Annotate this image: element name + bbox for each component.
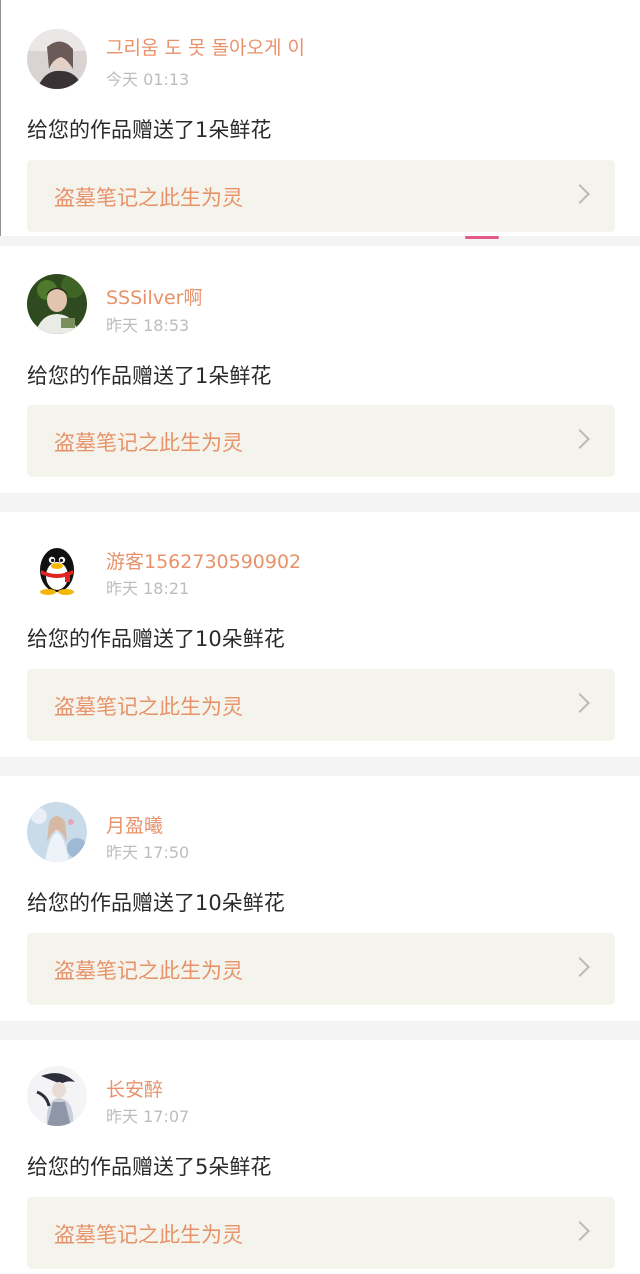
notification-card: 长安醉 昨天 17:07 给您的作品赠送了5朵鲜花 盗墓笔记之此生为灵 xyxy=(0,1040,640,1274)
chevron-right-icon xyxy=(570,429,590,449)
timestamp: 昨天 18:53 xyxy=(106,316,190,335)
tab-indicator xyxy=(465,236,499,239)
username[interactable]: 그리움 도 못 돌아오게 이 xyxy=(106,33,305,60)
work-link[interactable]: 盗墓笔记之此生为灵 xyxy=(27,160,615,232)
username[interactable]: SSSilver啊 xyxy=(106,283,203,310)
gift-message: 给您的作品赠送了1朵鲜花 xyxy=(27,364,272,388)
left-edge-rule xyxy=(0,0,1,236)
user-avatar[interactable] xyxy=(27,274,87,334)
boy-photo-avatar-icon xyxy=(27,274,87,334)
user-avatar[interactable] xyxy=(27,29,87,89)
username[interactable]: 游客1562730590902 xyxy=(106,547,301,574)
user-avatar[interactable] xyxy=(27,538,87,598)
work-link[interactable]: 盗墓笔记之此生为灵 xyxy=(27,405,615,477)
chevron-right-icon xyxy=(570,184,590,204)
girl-photo-avatar-icon xyxy=(27,29,87,89)
user-avatar[interactable] xyxy=(27,1066,87,1126)
work-title: 盗墓笔记之此生为灵 xyxy=(54,695,243,719)
gift-message: 给您的作品赠送了5朵鲜花 xyxy=(27,1155,272,1179)
notification-card: 그리움 도 못 돌아오게 이 今天 01:13 给您的作品赠送了1朵鲜花 盗墓笔… xyxy=(0,0,640,236)
username[interactable]: 长安醉 xyxy=(106,1075,163,1102)
timestamp: 今天 01:13 xyxy=(106,70,190,89)
notification-card: 月盈曦 昨天 17:50 给您的作品赠送了10朵鲜花 盗墓笔记之此生为灵 xyxy=(0,776,640,1021)
notification-card: 游客1562730590902 昨天 18:21 给您的作品赠送了10朵鲜花 盗… xyxy=(0,512,640,757)
notification-card: SSSilver啊 昨天 18:53 给您的作品赠送了1朵鲜花 盗墓笔记之此生为… xyxy=(0,246,640,493)
user-avatar[interactable] xyxy=(27,802,87,862)
work-link[interactable]: 盗墓笔记之此生为灵 xyxy=(27,933,615,1005)
chevron-right-icon xyxy=(570,693,590,713)
gift-message: 给您的作品赠送了10朵鲜花 xyxy=(27,627,285,651)
chevron-right-icon xyxy=(570,957,590,977)
work-title: 盗墓笔记之此生为灵 xyxy=(54,431,243,455)
timestamp: 昨天 18:21 xyxy=(106,579,190,598)
qq-penguin-avatar-icon xyxy=(27,538,87,598)
timestamp: 昨天 17:50 xyxy=(106,843,190,862)
work-title: 盗墓笔记之此生为灵 xyxy=(54,1223,243,1247)
work-title: 盗墓笔记之此生为灵 xyxy=(54,959,243,983)
username[interactable]: 月盈曦 xyxy=(106,811,163,838)
gift-message: 给您的作品赠送了1朵鲜花 xyxy=(27,118,272,142)
work-link[interactable]: 盗墓笔记之此生为灵 xyxy=(27,669,615,741)
timestamp: 昨天 17:07 xyxy=(106,1107,190,1126)
ink-figure-avatar-icon xyxy=(27,1066,87,1126)
chevron-right-icon xyxy=(570,1221,590,1241)
anime-girl-avatar-icon xyxy=(27,802,87,862)
work-title: 盗墓笔记之此生为灵 xyxy=(54,186,243,210)
work-link[interactable]: 盗墓笔记之此生为灵 xyxy=(27,1197,615,1269)
gift-message: 给您的作品赠送了10朵鲜花 xyxy=(27,891,285,915)
